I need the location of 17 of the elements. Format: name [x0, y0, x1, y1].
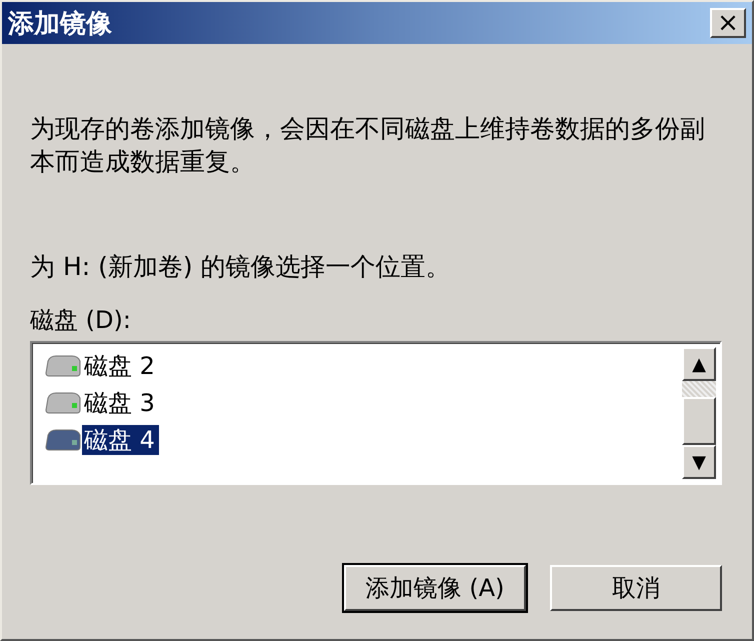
- drive-icon: [44, 354, 82, 376]
- disk-item[interactable]: 磁盘 4: [82, 424, 159, 454]
- scroll-thumb[interactable]: [682, 397, 716, 445]
- close-button[interactable]: ×: [710, 8, 746, 38]
- add-mirror-button[interactable]: 添加镜像 (A): [344, 565, 526, 611]
- disks-label: 磁盘 (D):: [30, 305, 132, 335]
- cancel-button[interactable]: 取消: [550, 565, 722, 611]
- prompt-text: 为 H: (新加卷) 的镜像选择一个位置。: [30, 251, 452, 283]
- description-text: 为现存的卷添加镜像，会因在不同磁盘上维持卷数据的多份副本而造成数据重复。: [30, 113, 706, 178]
- disk-item[interactable]: 磁盘 2: [82, 350, 159, 380]
- drive-icon: [44, 392, 82, 414]
- window-title: 添加镜像: [8, 8, 112, 40]
- scroll-down-button[interactable]: ▼: [682, 445, 716, 479]
- disk-item[interactable]: 磁盘 3: [82, 388, 159, 418]
- scrollbar[interactable]: ▲ ▼: [682, 347, 716, 479]
- drive-icon: [44, 428, 82, 450]
- scroll-up-button[interactable]: ▲: [682, 347, 716, 381]
